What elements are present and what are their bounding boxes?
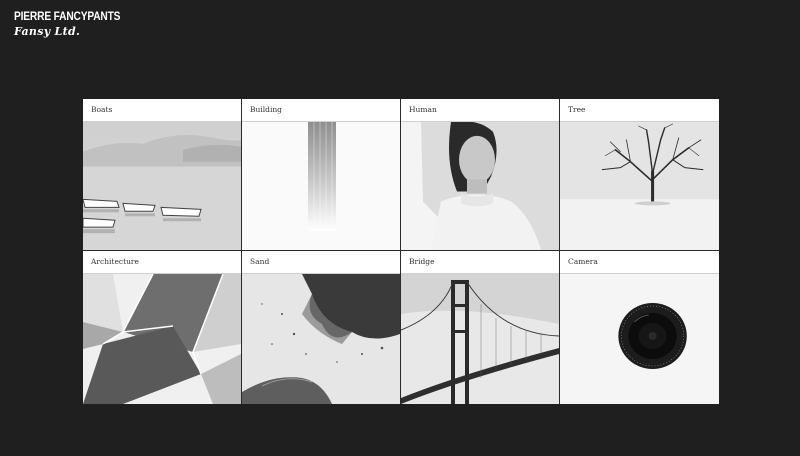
tile-label: Tree xyxy=(560,99,719,122)
tile-label: Architecture xyxy=(83,251,241,274)
gallery-tile-building[interactable]: Building xyxy=(242,99,401,251)
gallery-tile-boats[interactable]: Boats xyxy=(83,99,242,251)
tree-photo xyxy=(560,122,719,250)
gallery-tile-architecture[interactable]: Architecture xyxy=(83,251,242,404)
gallery-tile-bridge[interactable]: Bridge xyxy=(401,251,560,404)
human-photo xyxy=(401,122,559,250)
tile-label: Sand xyxy=(242,251,400,274)
gallery-tile-tree[interactable]: Tree xyxy=(560,99,719,251)
brand-name: PIERRE FANCYPANTS xyxy=(14,9,121,23)
gallery-tile-sand[interactable]: Sand xyxy=(242,251,401,404)
tile-label: Human xyxy=(401,99,559,122)
brand-subtitle: Fansy Ltd. xyxy=(14,25,81,38)
bridge-photo xyxy=(401,274,559,404)
tile-label: Camera xyxy=(560,251,719,274)
photo-gallery-grid: Boats Building Human Tree Architecture S… xyxy=(83,99,719,404)
brand-logo[interactable]: PIERRE FANCYPANTS Fansy Ltd. xyxy=(14,9,139,39)
architecture-photo xyxy=(83,274,241,404)
gallery-tile-camera[interactable]: Camera xyxy=(560,251,719,404)
boats-photo xyxy=(83,122,241,250)
tile-label: Boats xyxy=(83,99,241,122)
sand-photo xyxy=(242,274,400,404)
tile-label: Bridge xyxy=(401,251,559,274)
camera-lens-photo xyxy=(560,274,719,404)
gallery-tile-human[interactable]: Human xyxy=(401,99,560,251)
tile-label: Building xyxy=(242,99,400,122)
building-photo xyxy=(242,122,400,250)
